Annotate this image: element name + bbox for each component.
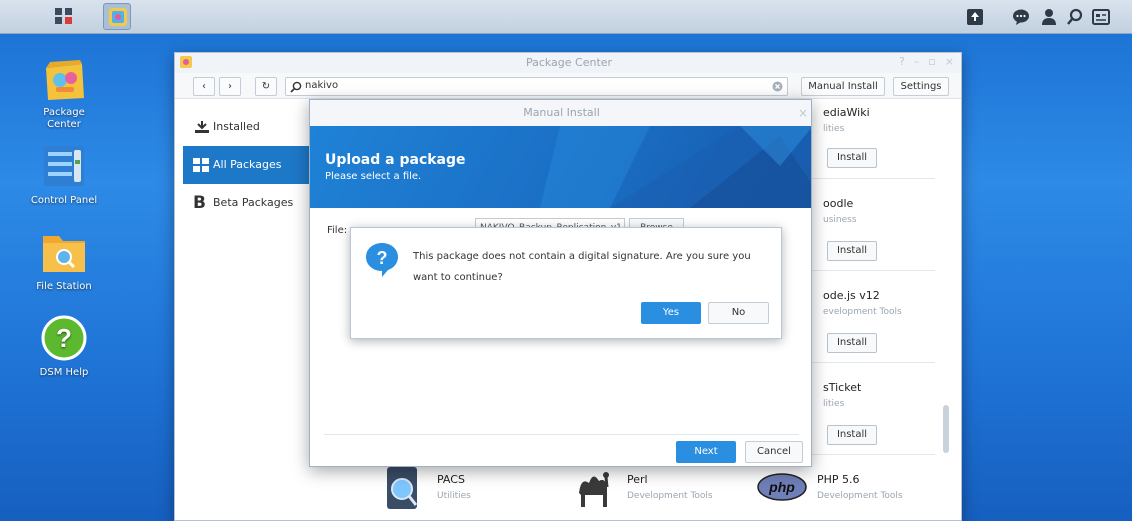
scrollbar-thumb[interactable] — [943, 405, 949, 453]
package-name: sTicket — [823, 381, 862, 394]
help-icon: ? — [41, 315, 87, 361]
confirm-message: This package does not contain a digital … — [413, 251, 751, 283]
dialog-subheading: Please select a file. — [325, 171, 422, 182]
camel-icon — [579, 472, 609, 507]
settings-button[interactable]: Settings — [893, 77, 949, 96]
clear-search-icon[interactable] — [772, 81, 783, 92]
svg-text:?: ? — [56, 323, 72, 353]
dialog-title[interactable]: Manual Install — [310, 100, 811, 126]
svg-text:?: ? — [377, 248, 388, 268]
desktop-icon-package-center[interactable]: Package Center — [19, 54, 109, 131]
package-category: usiness — [823, 215, 857, 225]
package-name: PHP 5.6 — [817, 473, 860, 486]
beta-icon: B — [193, 193, 206, 213]
widgets-icon[interactable] — [1092, 8, 1110, 26]
package-category: Utilities — [437, 491, 471, 501]
php-icon: php — [757, 473, 807, 501]
dialog-heading: Upload a package — [325, 152, 466, 168]
grid-icon — [193, 158, 209, 172]
install-button[interactable]: Install — [827, 148, 877, 168]
window-titlebar[interactable]: Package Center ?–▫× — [175, 53, 961, 73]
next-button[interactable]: Next — [676, 441, 736, 463]
forward-button[interactable]: › — [219, 77, 241, 96]
package-center-icon — [46, 60, 84, 100]
main-menu-button[interactable] — [50, 3, 78, 30]
chat-icon[interactable] — [1012, 8, 1030, 26]
install-button[interactable]: Install — [827, 333, 877, 353]
package-category: evelopment Tools — [823, 307, 902, 317]
desktop-icon-label: Control Panel — [30, 195, 98, 206]
search-icon[interactable] — [1066, 8, 1084, 26]
package-name: ode.js v12 — [823, 289, 880, 302]
dialog-banner: Upload a package Please select a file. — [310, 126, 811, 208]
question-icon: ? — [366, 243, 398, 277]
taskbar — [0, 0, 1132, 34]
upload-icon[interactable] — [966, 8, 984, 26]
sidebar-item-beta-packages[interactable]: B Beta Packages — [183, 184, 311, 222]
file-label: File: — [327, 225, 348, 236]
close-icon[interactable]: × — [798, 106, 808, 120]
desktop-icon-label: File Station — [36, 281, 92, 292]
search-input[interactable]: nakivo — [285, 77, 788, 96]
confirm-dialog: ? This package does not contain a digita… — [350, 227, 782, 339]
package-category: lities — [823, 124, 845, 134]
package-name: Perl — [627, 473, 648, 486]
desktop-icon-label: DSM Help — [39, 367, 89, 378]
grid-icon — [55, 8, 72, 24]
yes-button[interactable]: Yes — [641, 302, 701, 324]
folder-icon — [43, 236, 85, 272]
sidebar-item-installed[interactable]: Installed — [183, 108, 311, 146]
desktop-icon-dsm-help[interactable]: ? DSM Help — [19, 314, 109, 378]
control-panel-icon — [44, 146, 84, 186]
search-value: nakivo — [305, 80, 339, 91]
sidebar-item-all-packages[interactable]: All Packages — [183, 146, 311, 184]
cancel-button[interactable]: Cancel — [745, 441, 803, 463]
pacs-icon — [387, 467, 418, 509]
download-icon — [195, 121, 209, 133]
package-category: Development Tools — [627, 491, 713, 501]
search-icon — [290, 81, 302, 93]
no-button[interactable]: No — [708, 302, 769, 324]
divider — [324, 434, 799, 435]
package-center-icon — [109, 8, 127, 26]
manual-install-button[interactable]: Manual Install — [801, 77, 885, 96]
sidebar-item-label: Installed — [213, 120, 260, 133]
refresh-button[interactable]: ↻ — [255, 77, 277, 96]
window-controls[interactable]: ?–▫× — [899, 55, 961, 68]
user-icon[interactable] — [1040, 8, 1058, 26]
install-button[interactable]: Install — [827, 241, 877, 261]
desktop-icon-file-station[interactable]: File Station — [19, 228, 109, 292]
package-category: lities — [823, 399, 845, 409]
sidebar: Installed All Packages B Beta Packages — [175, 99, 311, 520]
taskbar-package-center[interactable] — [103, 3, 131, 30]
package-category: Development Tools — [817, 491, 903, 501]
sidebar-item-label: All Packages — [213, 158, 282, 171]
back-button[interactable]: ‹ — [193, 77, 215, 96]
desktop-icon-control-panel[interactable]: Control Panel — [19, 142, 109, 206]
svg-text:php: php — [768, 479, 795, 495]
package-name: oodle — [823, 197, 854, 210]
install-button[interactable]: Install — [827, 425, 877, 445]
toolbar: ‹ › ↻ nakivo Manual Install Settings — [175, 73, 961, 99]
desktop-icon-label: Package Center — [43, 107, 85, 130]
package-name: PACS — [437, 473, 465, 486]
package-name: ediaWiki — [823, 106, 870, 119]
window-title: Package Center — [525, 56, 613, 69]
sidebar-item-label: Beta Packages — [213, 196, 294, 209]
